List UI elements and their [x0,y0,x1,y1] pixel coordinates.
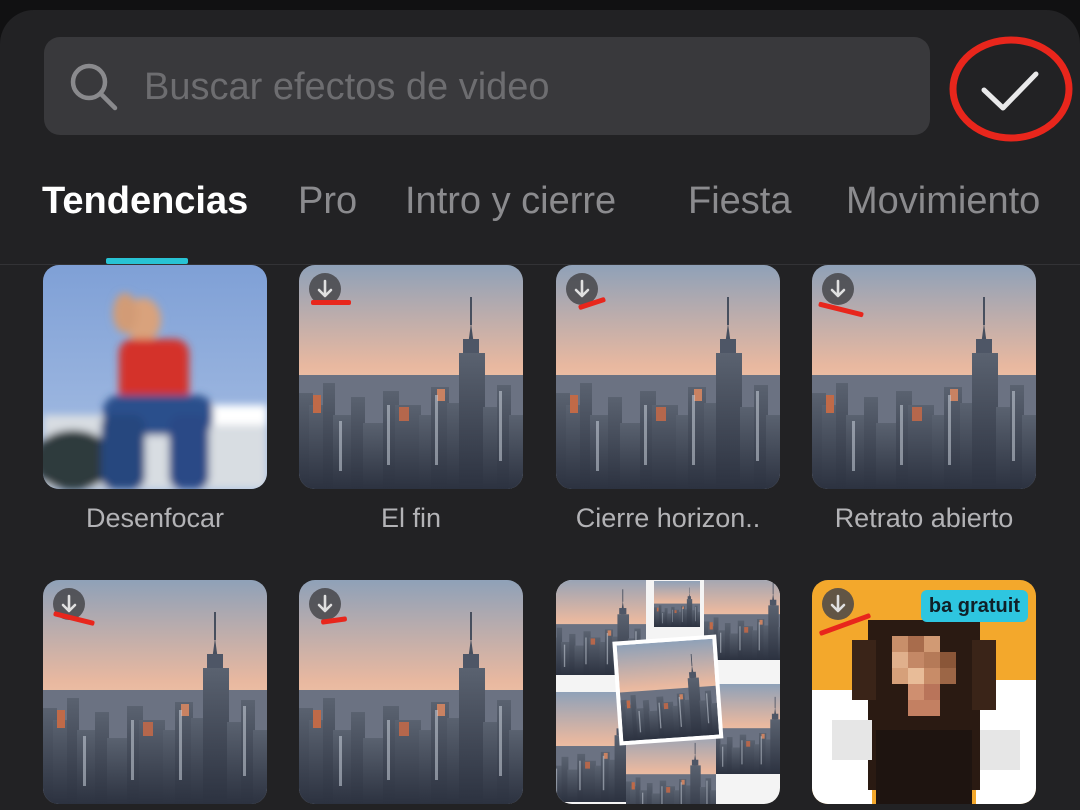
search-field[interactable] [44,37,930,137]
effect-label: Retrato abierto [834,503,1014,533]
search-icon [70,63,118,111]
tab-tendencias[interactable]: Tendencias [42,180,248,223]
effect-thumbnail [43,580,267,804]
confirm-button[interactable] [948,34,1074,144]
effects-grid: Desenfocar El fin Cierre horizon.. Retra… [0,265,1080,810]
effect-card[interactable]: ba gratuit [812,580,1036,804]
free-trial-badge: ba gratuit [920,590,1028,622]
effect-thumbnail [299,265,523,489]
effect-thumbnail [556,265,780,489]
annotation-mark [311,300,351,305]
effect-card-retrato-abierto[interactable]: Retrato abierto [812,265,1036,533]
effect-label: El fin [380,503,442,533]
effect-thumbnail: ba gratuit [812,580,1036,804]
effect-card-cierre-horizontal[interactable]: Cierre horizon.. [556,265,780,533]
download-icon[interactable] [822,588,854,620]
tab-intro-y-cierre[interactable]: Intro y cierre [405,180,616,223]
tab-movimiento[interactable]: Movimiento [846,180,1040,223]
effect-card-desenfocar[interactable]: Desenfocar [43,265,267,533]
effect-card[interactable] [43,580,267,804]
effect-card[interactable] [299,580,523,804]
tab-fiesta[interactable]: Fiesta [688,180,791,223]
effect-thumbnail [43,265,267,489]
download-icon[interactable] [309,588,341,620]
effect-label: Cierre horizon.. [575,503,761,533]
effect-thumbnail [299,580,523,804]
checkmark-icon [949,36,1073,142]
effects-sheet: Tendencias Pro Intro y cierre Fiesta Mov… [0,10,1080,810]
effect-thumbnail [812,265,1036,489]
download-icon[interactable] [822,273,854,305]
effect-card-el-fin[interactable]: El fin [299,265,523,533]
effect-thumbnail [556,580,780,804]
category-tabs: Tendencias Pro Intro y cierre Fiesta Mov… [0,160,1080,265]
active-tab-indicator [106,258,188,264]
effect-card[interactable] [556,580,780,804]
effect-label: Desenfocar [85,503,225,533]
search-input[interactable] [142,37,906,137]
tab-pro[interactable]: Pro [298,180,357,223]
